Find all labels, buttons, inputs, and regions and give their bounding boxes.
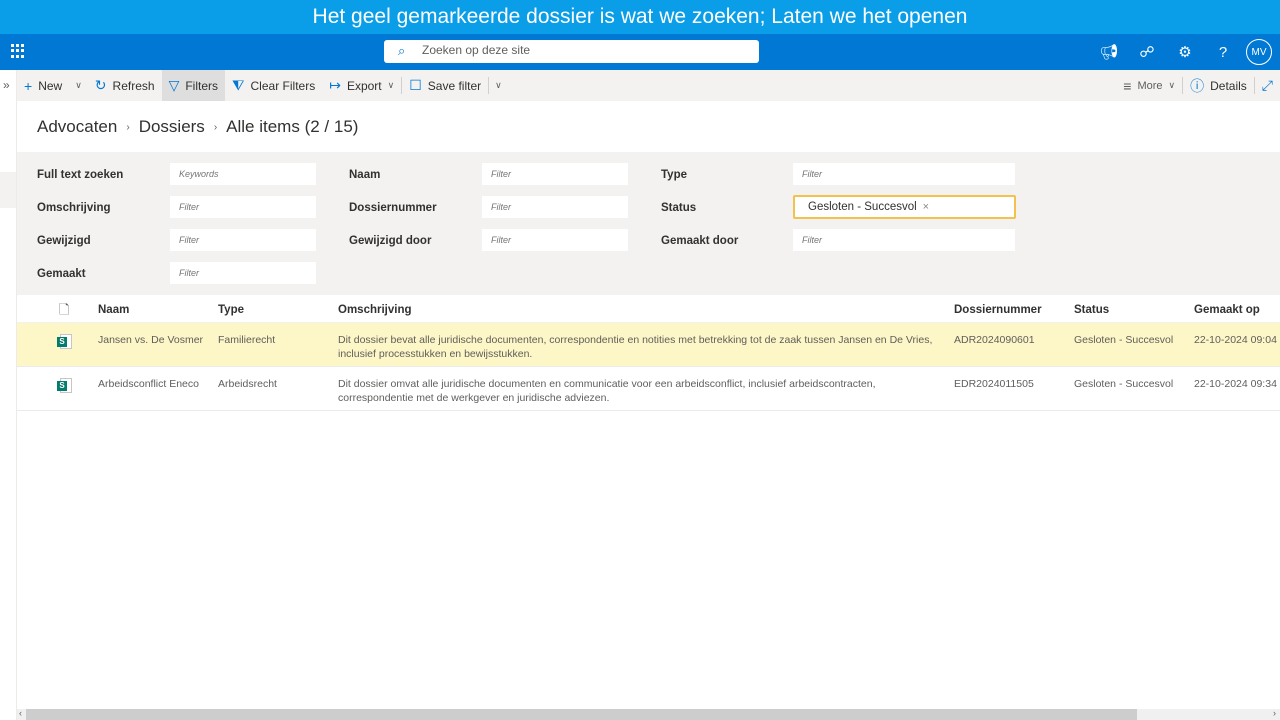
breadcrumb-dossiers[interactable]: Dossiers: [139, 117, 205, 137]
chevron-right-icon: ›: [126, 121, 130, 133]
command-bar: + New ∨ ↻ Refresh ▽ Filters ⧨ Clear Filters …: [17, 70, 1280, 101]
expand-icon: ⤢: [1261, 77, 1273, 93]
type-filter-input[interactable]: [793, 163, 1015, 185]
scroll-right-icon[interactable]: ›: [1273, 708, 1276, 718]
cell-omschrijving-line1: Dit dossier bevat alle juridische docume…: [338, 334, 933, 346]
cell-naam[interactable]: Jansen vs. De Vosmer: [98, 333, 203, 347]
search-input[interactable]: [422, 43, 742, 57]
cell-gemaakt-op: 22-10-2024 09:34: [1194, 378, 1277, 390]
column-omschrijving[interactable]: Omschrijving: [338, 304, 412, 316]
horizontal-scrollbar[interactable]: ‹ ›: [17, 708, 1280, 720]
instruction-banner: Het geel gemarkeerde dossier is wat we z…: [0, 0, 1280, 34]
cell-omschrijving-line2: inclusief processtukken en bewijsstukken…: [338, 348, 533, 360]
column-type[interactable]: Type: [218, 304, 244, 316]
cell-dossiernummer: ADR2024090601: [954, 334, 1035, 346]
filter-label-gewijzigd: Gewijzigd: [37, 235, 91, 247]
export-icon: ↦: [329, 77, 341, 93]
sharepoint-file-icon: S: [57, 334, 72, 349]
megaphone-icon[interactable]: 📢︎: [1090, 38, 1128, 66]
filters-button[interactable]: ▽ Filters: [161, 70, 226, 101]
refresh-button[interactable]: ↻ Refresh: [88, 70, 162, 101]
chevron-right-icon: ›: [213, 121, 218, 133]
breadcrumb: Advocaten › Dossiers › Alle items (2 / 1…: [37, 117, 358, 137]
column-dossiernummer[interactable]: Dossiernummer: [954, 304, 1042, 316]
breadcrumb-advocaten[interactable]: Advocaten: [37, 117, 117, 137]
search-icon: ⌕: [398, 43, 406, 58]
plus-icon: +: [24, 77, 33, 94]
gemaakt-filter-input[interactable]: [170, 262, 316, 284]
cell-type: Arbeidsrecht: [218, 378, 277, 390]
filter-label-gemaakt-door: Gemaakt door: [661, 235, 739, 247]
share-network-icon[interactable]: ☍: [1128, 38, 1166, 66]
filter-panel: Full text zoeken Omschrijving Gewijzigd …: [17, 152, 1280, 295]
breadcrumb-alle-items: Alle items: [226, 117, 300, 136]
info-icon: ⓘ: [1190, 77, 1205, 94]
filter-label-status: Status: [661, 202, 697, 214]
details-button[interactable]: ⓘ Details: [1183, 70, 1254, 101]
help-icon[interactable]: ?: [1204, 38, 1242, 66]
left-rail: »: [0, 70, 17, 720]
cell-status: Gesloten - Succesvol: [1074, 334, 1174, 346]
sharepoint-file-icon: S: [57, 378, 72, 393]
cell-gemaakt-op: 22-10-2024 09:04: [1194, 334, 1277, 346]
expand-button[interactable]: ⤢: [1255, 70, 1280, 101]
filter-label-full-text: Full text zoeken: [37, 169, 124, 181]
item-count: (2 / 15): [304, 117, 359, 136]
gewijzigd-filter-input[interactable]: [170, 229, 316, 251]
save-filter-button[interactable]: ☐ Save filter: [402, 70, 488, 101]
column-gemaakt-op[interactable]: Gemaakt op: [1194, 304, 1260, 316]
save-filter-dropdown-icon[interactable]: ∨: [489, 80, 508, 91]
filter-icon: ▽: [168, 77, 180, 93]
gear-icon[interactable]: ⚙: [1166, 38, 1204, 66]
column-status[interactable]: Status: [1074, 304, 1109, 316]
bookmark-icon: ☐: [409, 77, 422, 93]
gemaakt-door-filter-input[interactable]: [793, 229, 1015, 251]
hamburger-icon: ≡: [1123, 77, 1132, 94]
chevron-down-icon: ∨: [1168, 80, 1176, 90]
cell-omschrijving-line1: Dit dossier omvat alle juridische docume…: [338, 378, 876, 390]
filter-label-gemaakt: Gemaakt: [37, 268, 86, 280]
table-row[interactable]: S Arbeidsconflict Eneco Arbeidsrecht Dit…: [17, 367, 1280, 411]
filter-label-dossiernummer: Dossiernummer: [349, 202, 437, 214]
new-button[interactable]: + New: [17, 70, 69, 101]
column-naam[interactable]: Naam: [98, 304, 129, 316]
filter-label-omschrijving: Omschrijving: [37, 202, 111, 214]
export-button[interactable]: ↦ Export ∨: [322, 70, 401, 101]
cell-naam[interactable]: Arbeidsconflict Eneco: [98, 377, 199, 391]
naam-filter-input[interactable]: [482, 163, 628, 185]
status-filter-input[interactable]: Gesloten - Succesvol ×: [793, 195, 1016, 219]
remove-tag-icon[interactable]: ×: [923, 201, 929, 213]
table-row[interactable]: S Jansen vs. De Vosmer Familierecht Dit …: [17, 323, 1280, 367]
cell-omschrijving-line2: correspondentie met de werkgever en juri…: [338, 392, 610, 404]
cell-type: Familierecht: [218, 334, 276, 346]
scroll-left-icon[interactable]: ‹: [19, 708, 22, 718]
refresh-icon: ↻: [94, 77, 107, 93]
file-type-icon[interactable]: 🗋︎: [59, 301, 69, 323]
filter-label-type: Type: [661, 169, 687, 181]
full-text-input[interactable]: [170, 163, 316, 185]
clear-filters-button[interactable]: ⧨ Clear Filters: [225, 70, 322, 101]
filter-label-gewijzigd-door: Gewijzigd door: [349, 235, 432, 247]
filter-label-naam: Naam: [349, 169, 381, 181]
site-search-box[interactable]: ⌕: [384, 40, 759, 63]
dossier-table: 🗋︎ Naam Type Omschrijving Dossiernummer …: [17, 295, 1280, 411]
gewijzigd-door-filter-input[interactable]: [482, 229, 628, 251]
status-filter-tag: Gesloten - Succesvol: [808, 201, 917, 213]
avatar[interactable]: MV: [1246, 39, 1272, 65]
scrollbar-thumb[interactable]: [26, 709, 1137, 720]
omschrijving-filter-input[interactable]: [170, 196, 316, 218]
table-header: 🗋︎ Naam Type Omschrijving Dossiernummer …: [17, 295, 1280, 323]
suite-bar: ⌕ 📢︎ ☍ ⚙ ? MV: [0, 34, 1280, 70]
dossiernummer-filter-input[interactable]: [482, 196, 628, 218]
expand-nav-icon[interactable]: »: [3, 78, 10, 92]
app-launcher-icon[interactable]: [11, 44, 25, 58]
clear-filter-icon: ⧨: [232, 77, 245, 93]
cell-dossiernummer: EDR2024011505: [954, 378, 1034, 390]
new-dropdown-chevron-icon[interactable]: ∨: [69, 80, 88, 91]
chevron-down-icon: ∨: [387, 80, 395, 90]
cell-status: Gesloten - Succesvol: [1074, 378, 1174, 390]
more-button[interactable]: ≡ More ∨: [1116, 70, 1182, 101]
